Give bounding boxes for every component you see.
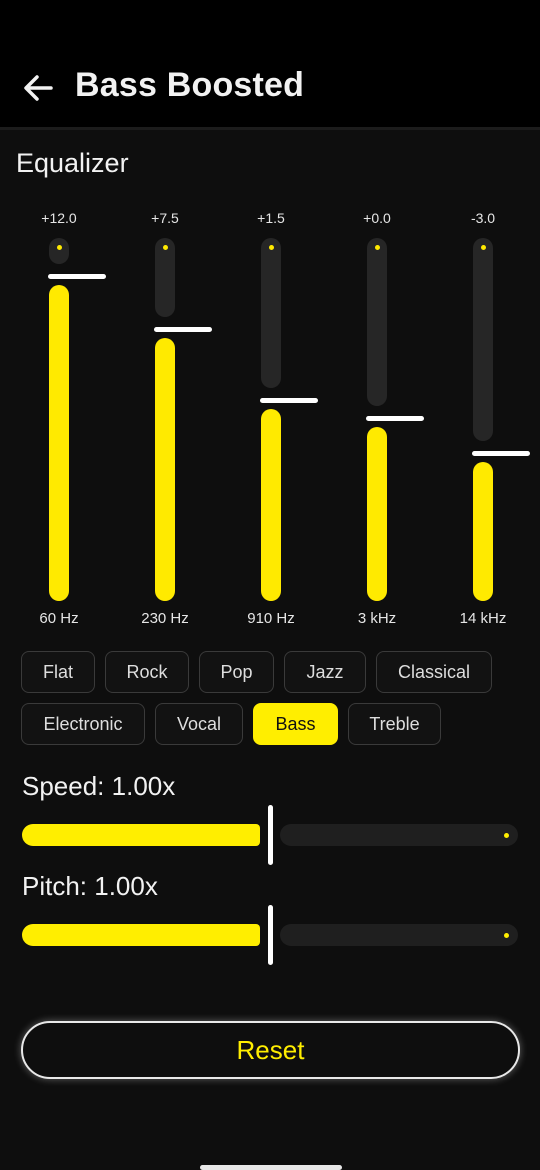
band-slider-thumb[interactable] [260,398,318,403]
preset-chip-rock[interactable]: Rock [105,651,189,693]
band-level-fill [367,427,387,601]
slider-end-dot [504,933,509,938]
eq-band-14khz[interactable]: -3.0 14 kHz [443,200,530,640]
band-frequency-label: 3 kHz [357,610,397,627]
home-indicator [200,1165,342,1170]
speed-slider[interactable] [22,805,518,865]
band-max-dot [57,245,62,250]
eq-band-230hz[interactable]: +7.5 230 Hz [125,200,212,640]
preset-chip-pop[interactable]: Pop [199,651,274,693]
band-level-fill [261,409,281,601]
band-value: +12.0 [41,210,77,226]
preset-chip-flat[interactable]: Flat [21,651,95,693]
preset-chip-classical[interactable]: Classical [376,651,492,693]
band-value: -3.0 [470,210,496,226]
eq-band-60hz[interactable]: +12.0 60 Hz [19,200,106,640]
reset-button[interactable]: Reset [21,1021,520,1079]
band-slider-thumb[interactable] [366,416,424,421]
slider-thumb[interactable] [268,805,273,865]
band-track-background [367,238,387,406]
preset-chip-electronic[interactable]: Electronic [21,703,145,745]
pitch-label: Pitch: 1.00x [22,871,158,901]
band-frequency-label: 230 Hz [141,610,189,627]
preset-chip-bass[interactable]: Bass [253,703,338,745]
band-slider-thumb[interactable] [472,451,530,456]
preset-chip-treble[interactable]: Treble [348,703,441,745]
band-frequency-label: 910 Hz [247,610,295,627]
band-level-fill [155,338,175,601]
app-bar: Bass Boosted [0,0,540,130]
band-slider-track[interactable] [260,238,318,601]
band-track-background [473,238,493,441]
band-level-fill [473,462,493,601]
band-value: +0.0 [363,210,391,226]
band-value: +7.5 [151,210,179,226]
slider-track [280,924,518,946]
back-button[interactable] [18,68,58,108]
band-max-dot [481,245,486,250]
page-title: Bass Boosted [75,66,305,104]
slider-fill [22,824,260,846]
pitch-slider[interactable] [22,905,518,965]
equalizer-title: Equalizer [16,148,129,178]
band-frequency-label: 60 Hz [39,610,79,627]
band-slider-track[interactable] [366,238,424,601]
speed-label: Speed: 1.00x [22,771,176,801]
band-value: +1.5 [257,210,285,226]
band-frequency-label: 14 kHz [459,610,507,627]
band-slider-thumb[interactable] [48,274,106,279]
slider-track [280,824,518,846]
slider-thumb[interactable] [268,905,273,965]
band-max-dot [163,245,168,250]
band-slider-thumb[interactable] [154,327,212,332]
arrow-left-icon [24,75,53,101]
band-slider-track[interactable] [472,238,530,601]
slider-end-dot [504,833,509,838]
preset-chip-vocal[interactable]: Vocal [155,703,243,745]
band-max-dot [269,245,274,250]
band-slider-track[interactable] [48,238,106,601]
equalizer-bands: +12.0 60 Hz +7.5 230 Hz +1.5 910 Hz +0.0 [0,200,540,640]
eq-band-3khz[interactable]: +0.0 3 kHz [337,200,424,640]
band-level-fill [49,285,69,601]
eq-band-910hz[interactable]: +1.5 910 Hz [231,200,318,640]
preset-chip-jazz[interactable]: Jazz [284,651,366,693]
band-max-dot [375,245,380,250]
band-slider-track[interactable] [154,238,212,601]
band-track-background [261,238,281,388]
band-track-background [49,238,69,264]
slider-fill [22,924,260,946]
